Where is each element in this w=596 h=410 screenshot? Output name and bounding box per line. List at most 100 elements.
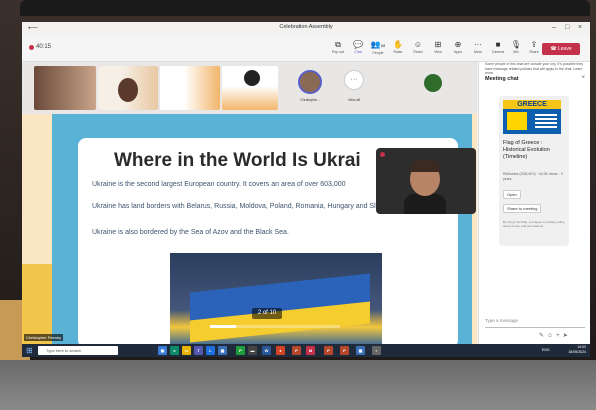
slide-paragraph: Ukraine is also bordered by the Sea of A… [92,229,289,236]
people-icon: 👥68 [370,40,386,49]
meeting-chat-panel: Some people in this chat are outside you… [478,62,590,352]
laptop-keyboard-deck [0,360,596,410]
participant-tile[interactable] [222,66,278,110]
video-meta: Reflowers (G35,4K0) · 44.9K views · 3 ye… [503,172,563,181]
chat-compose-tools: ✎☺+➤ [539,332,571,339]
app-icon[interactable]: ◐ [372,346,381,355]
maximize-icon[interactable]: □ [565,24,569,31]
app-icon[interactable]: ▦ [218,346,227,355]
minimize-icon[interactable]: – [552,24,556,31]
send-icon[interactable]: ➤ [563,333,571,339]
close-icon[interactable]: × [581,75,585,81]
chat-message-input[interactable]: Type a message [485,314,585,328]
recording-icon [29,45,34,50]
language-indicator[interactable]: ENG [542,348,550,352]
view-all-label: View all [348,98,360,102]
slide-accent [22,264,52,344]
more-icon: ··· [474,40,482,49]
pop-out-icon: ⧉ [335,40,341,49]
edge-icon[interactable]: e [170,346,179,355]
recording-icon [380,152,385,157]
file-explorer-icon[interactable]: ▭ [182,346,191,355]
react-icon: ☺ [413,40,423,49]
share-to-meeting-button[interactable]: Share to meeting [503,204,542,213]
task-view-icon[interactable]: ▣ [158,346,167,355]
participant-name: Christophe... [300,98,320,102]
app-icon[interactable]: ● [276,346,285,355]
slide-progress[interactable] [210,325,340,328]
share-icon: ⇪ [530,40,538,49]
presenter-hair [410,160,440,172]
slide-progress-fill [210,325,236,328]
more-button[interactable]: ··· More [468,39,488,59]
format-icon[interactable]: ✎ [539,333,547,339]
shared-content-stage: Where in the World Is Ukrai Ukraine is t… [22,114,477,344]
video-thumbnail[interactable]: GREECE [503,100,561,134]
video-title[interactable]: Flag of Greece : Historical Evolution (T… [503,140,565,161]
laptop-bezel [20,0,590,16]
teams-icon[interactable]: T [194,346,203,355]
flag-greece-icon [535,112,557,130]
raise-hand-button[interactable]: ✋ Raise [388,39,408,59]
apps-icon: ⊕ [454,40,462,49]
title-bar: ⟵ Celebration Assembly – □ × [22,22,590,36]
open-button[interactable]: Open [503,190,521,199]
participant-tile[interactable] [422,66,446,110]
flag-sweden-icon [507,112,527,130]
powerpoint-icon[interactable]: P [340,346,349,355]
system-clock[interactable]: 14:02 18/05/2024 [568,345,586,355]
more-icon: ··· [344,70,364,90]
participant-video [244,70,260,86]
windows-taskbar: ⊞ Type here to search ▣ e ▭ T L ▦ P ▬ W … [22,344,590,357]
slide-paragraph: Ukraine is the second largest European c… [92,181,346,188]
raise-hand-icon: ✋ [393,40,403,49]
presenter-shirt [404,194,446,214]
app-icon[interactable]: ▬ [248,346,257,355]
word-icon[interactable]: W [262,346,271,355]
people-button[interactable]: 👥68 People [368,39,388,59]
mic-icon: 🎙 [510,40,522,49]
apps-button[interactable]: ⊕ Apps [448,39,468,59]
meeting-timer: 40:15 [36,44,52,50]
youtube-card[interactable]: GREECE Flag of Greece : Historical Evolu… [499,96,569,246]
participant-video [118,78,138,102]
slide-title: Where in the World Is Ukrai [114,150,361,171]
presenter-name-tag: Christopher Feeney [24,334,64,341]
chat-button[interactable]: 💬 Chat [348,39,368,59]
taskbar-search-input[interactable]: Type here to search [38,346,118,355]
share-button[interactable]: ⇪ Share [524,39,544,59]
app-icon[interactable]: ▦ [356,346,365,355]
slide-counter: 2 of 10 [252,308,282,319]
close-icon[interactable]: × [578,24,582,31]
window-title: Celebration Assembly [279,24,333,30]
app-icon[interactable]: M [306,346,315,355]
clock-date: 18/05/2024 [568,350,586,354]
powerpoint-icon[interactable]: P [292,346,301,355]
leave-button[interactable]: ☎ Leave [542,43,580,55]
camera-button[interactable]: ■ Camera [488,39,508,59]
camera-icon: ■ [495,40,501,49]
meeting-toolbar: 40:15 ⧉ Pop out 💬 Chat 👥68 People ✋ Rais… [22,36,590,62]
external-org-notice: Some people in this chat are outside you… [485,62,584,75]
participant-tile[interactable] [98,66,158,110]
emoji-icon[interactable]: ☺ [547,333,556,339]
app-icon[interactable]: P [236,346,245,355]
participant-tile[interactable] [160,66,220,110]
participant-strip: Christophe... ··· View all [22,62,477,114]
phone-icon: ☎ [550,46,558,52]
view-button[interactable]: ⊞ View [428,39,448,59]
pop-out-button[interactable]: ⧉ Pop out [328,39,348,59]
chat-title: Meeting chat [485,76,519,82]
avatar [424,74,442,92]
laptop-screen: ⟵ Celebration Assembly – □ × 40:15 ⧉ Pop… [22,22,590,357]
participant-tile-christopher[interactable]: Christophe... [288,66,332,110]
app-icon[interactable]: L [206,346,215,355]
windows-start-icon[interactable]: ⊞ [26,346,33,355]
react-button[interactable]: ☺ React [408,39,428,59]
view-icon: ⊞ [434,40,442,49]
mic-button[interactable]: 🎙 Mic [506,39,526,59]
participant-tile[interactable] [34,66,96,110]
view-all-button[interactable]: ··· View all [336,66,372,110]
presenter-video[interactable] [376,148,476,214]
powerpoint-icon[interactable]: P [324,346,333,355]
